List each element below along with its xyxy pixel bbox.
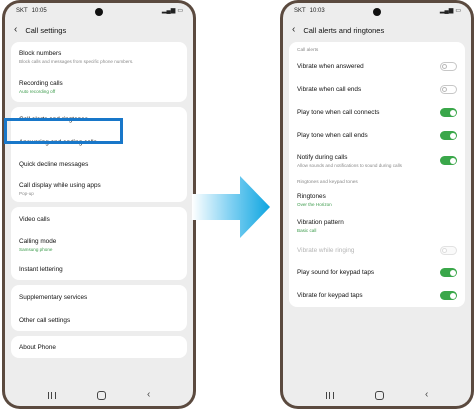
list-item-recording-calls[interactable]: Recording calls Auto recording off xyxy=(11,72,187,102)
signal-icon: ▂▄▆ xyxy=(161,8,176,14)
settings-group: Call alerts and ringtones Answering and … xyxy=(11,107,187,202)
item-label: Recording calls xyxy=(19,80,63,87)
page-title: Call settings xyxy=(25,25,67,35)
status-icons: ▂▄▆ ▭ xyxy=(440,7,461,14)
clock: 10:03 xyxy=(309,7,325,14)
item-sub: Block calls and messages from specific p… xyxy=(19,59,134,64)
settings-group: About Phone xyxy=(11,336,187,358)
toggle-switch[interactable] xyxy=(440,268,457,277)
list-item-call-display[interactable]: Call display while using apps Pop-up xyxy=(11,175,187,202)
item-sub: Basic call xyxy=(297,227,317,233)
toggle-switch[interactable] xyxy=(440,156,457,165)
home-icon[interactable] xyxy=(96,390,106,400)
setting-vibrate-ringing: Vibrate while ringing xyxy=(289,239,465,261)
settings-group: Block numbers Block calls and messages f… xyxy=(11,42,187,102)
setting-keypad-sound[interactable]: Play sound for keypad taps xyxy=(289,261,465,284)
item-sub: Pop-up xyxy=(19,190,34,196)
battery-icon: ▭ xyxy=(177,8,183,14)
carrier: SKT xyxy=(294,7,306,14)
item-label: Instant lettering xyxy=(19,265,63,273)
item-label: About Phone xyxy=(19,343,56,351)
setting-vibrate-answered[interactable]: Vibrate when answered xyxy=(289,55,465,78)
recents-icon[interactable] xyxy=(47,391,56,399)
item-label: Calling mode xyxy=(19,237,57,245)
right-phone-frame: SKT 10:03 ▂▄▆ ▭ ‹ Call alerts and ringto… xyxy=(280,0,474,409)
item-sub: Samsung phone xyxy=(19,246,53,252)
right-screen: SKT 10:03 ▂▄▆ ▭ ‹ Call alerts and ringto… xyxy=(283,3,471,406)
section-heading: Call alerts xyxy=(297,48,319,53)
toggle-switch[interactable] xyxy=(440,291,457,300)
toggle-switch[interactable] xyxy=(440,62,457,71)
list-item-video-calls[interactable]: Video calls xyxy=(11,207,187,231)
toggle-switch[interactable] xyxy=(440,131,457,140)
list-item-block-numbers[interactable]: Block numbers Block calls and messages f… xyxy=(11,42,187,72)
toggle-switch xyxy=(440,245,457,255)
signal-icon: ▂▄▆ xyxy=(439,8,454,14)
item-label: Vibrate while ringing xyxy=(297,246,355,254)
title-bar: ‹ Call settings xyxy=(5,18,193,42)
item-label: Vibrate for keypad taps xyxy=(297,292,363,299)
nav-bar: ‹ xyxy=(5,384,193,406)
item-sub: Allow sounds and notifications to sound … xyxy=(297,162,402,168)
item-label: Supplementary services xyxy=(19,293,88,301)
clock: 10:05 xyxy=(31,7,47,14)
item-label: Answering and ending calls xyxy=(19,138,97,146)
toggle-switch[interactable] xyxy=(440,108,457,117)
item-label: Call display while using apps xyxy=(19,181,101,189)
setting-vibration-pattern[interactable]: Vibration pattern Basic call xyxy=(289,212,465,239)
setting-notify-during-calls[interactable]: Notify during calls Allow sounds and not… xyxy=(289,147,465,174)
settings-group: Video calls Calling mode Samsung phone I… xyxy=(11,207,187,280)
stage: SKT 10:05 ▂▄▆ ▭ ‹ Call settings Block nu… xyxy=(0,0,474,409)
front-camera xyxy=(95,8,103,16)
carrier: SKT xyxy=(16,7,28,14)
toggle-switch[interactable] xyxy=(440,85,457,94)
arrow-right-icon xyxy=(192,176,270,238)
status-icons: ▂▄▆ ▭ xyxy=(162,7,183,14)
list-item-about-phone[interactable]: About Phone xyxy=(11,336,187,358)
call-alerts-card: Call alerts Vibrate when answered Vibrat… xyxy=(289,42,465,307)
item-label: Notify during calls xyxy=(297,153,348,161)
recents-icon[interactable] xyxy=(325,391,334,399)
setting-vibrate-call-ends[interactable]: Vibrate when call ends xyxy=(289,78,465,101)
back-icon[interactable]: ‹ xyxy=(425,390,428,400)
section-heading: Ringtones and keypad tones xyxy=(297,180,358,185)
item-label: Play tone when call connects xyxy=(297,109,380,116)
list-item-call-alerts[interactable]: Call alerts and ringtones xyxy=(11,107,187,131)
item-label: Ringtones xyxy=(297,192,326,200)
back-arrow-icon[interactable]: ‹ xyxy=(14,25,17,35)
list-item-calling-mode[interactable]: Calling mode Samsung phone xyxy=(11,231,187,258)
item-label: Vibration pattern xyxy=(297,218,344,226)
page-title: Call alerts and ringtones xyxy=(303,25,385,35)
settings-group: Supplementary services Other call settin… xyxy=(11,285,187,331)
left-screen: SKT 10:05 ▂▄▆ ▭ ‹ Call settings Block nu… xyxy=(5,3,193,406)
item-label: Call alerts and ringtones xyxy=(19,115,88,123)
list-item-quick-decline[interactable]: Quick decline messages xyxy=(11,153,187,175)
item-label: Play tone when call ends xyxy=(297,132,368,139)
setting-tone-ends[interactable]: Play tone when call ends xyxy=(289,124,465,147)
setting-tone-connects[interactable]: Play tone when call connects xyxy=(289,101,465,124)
item-label: Vibrate when answered xyxy=(297,63,364,70)
title-bar: ‹ Call alerts and ringtones xyxy=(283,18,471,42)
battery-icon: ▭ xyxy=(455,8,461,14)
list-item-answering-ending[interactable]: Answering and ending calls xyxy=(11,131,187,153)
left-phone-frame: SKT 10:05 ▂▄▆ ▭ ‹ Call settings Block nu… xyxy=(2,0,196,409)
item-label: Play sound for keypad taps xyxy=(297,269,375,276)
back-icon[interactable]: ‹ xyxy=(147,390,150,400)
list-item-instant-lettering[interactable]: Instant lettering xyxy=(11,258,187,280)
back-arrow-icon[interactable]: ‹ xyxy=(292,25,295,35)
item-label: Block numbers xyxy=(19,50,62,57)
nav-bar: ‹ xyxy=(283,384,471,406)
item-label: Video calls xyxy=(19,215,50,223)
list-item-supplementary[interactable]: Supplementary services xyxy=(11,285,187,309)
front-camera xyxy=(373,8,381,16)
item-sub: Over the Horizon xyxy=(297,201,332,207)
setting-ringtones[interactable]: Ringtones Over the Horizon xyxy=(289,187,465,212)
item-label: Quick decline messages xyxy=(19,160,89,168)
item-sub: Auto recording off xyxy=(19,89,56,94)
item-label: Vibrate when call ends xyxy=(297,86,362,93)
home-icon[interactable] xyxy=(374,390,384,400)
setting-keypad-vibrate[interactable]: Vibrate for keypad taps xyxy=(289,284,465,307)
item-label: Other call settings xyxy=(19,316,71,324)
list-item-other-call-settings[interactable]: Other call settings xyxy=(11,309,187,331)
